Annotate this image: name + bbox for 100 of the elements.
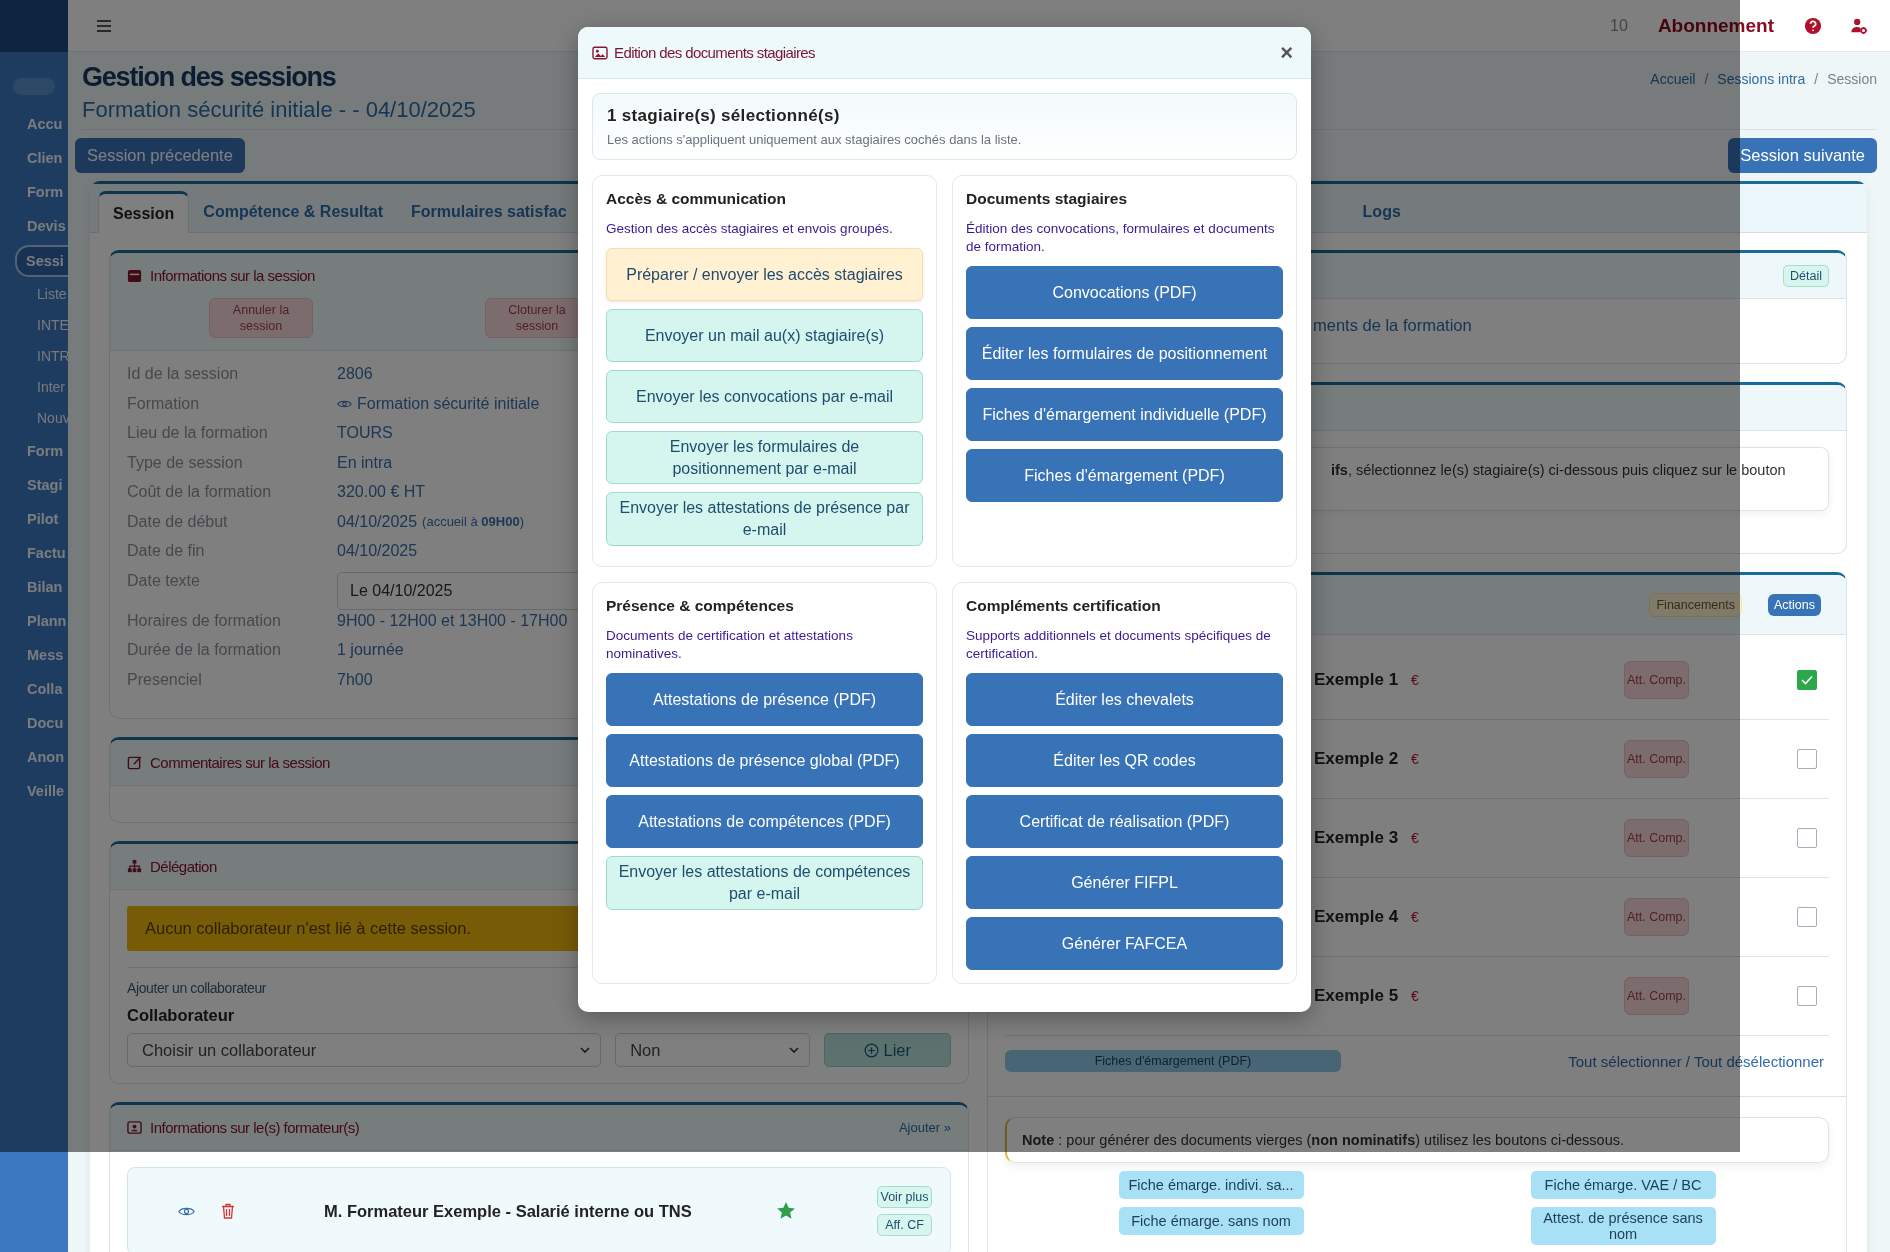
document-action-button[interactable]: Éditer les formulaires de positionnement (966, 327, 1283, 381)
competence-button[interactable]: Att. Comp. (1624, 661, 1689, 699)
card-title: Informations sur le(s) formateur(s) (150, 1119, 360, 1136)
document-action-button[interactable]: Attestations de présence global (PDF) (606, 734, 923, 788)
breadcrumb-item: Session (1827, 71, 1877, 87)
tab[interactable]: Logs (1348, 192, 1415, 232)
competence-button[interactable]: Att. Comp. (1624, 898, 1689, 936)
field-value: En intra (337, 453, 393, 472)
document-action-button[interactable]: Attestations de compétences (PDF) (606, 795, 923, 849)
competence-button[interactable]: Att. Comp. (1624, 740, 1689, 778)
sidebar-item[interactable]: Colla (0, 672, 68, 706)
sidebar-subitem[interactable]: Liste (0, 279, 68, 310)
document-action-button[interactable]: Éditer les QR codes (966, 734, 1283, 788)
collaborator-select[interactable]: Choisir un collaborateur (127, 1033, 602, 1067)
competence-button[interactable]: Att. Comp. (1624, 977, 1689, 1015)
header-badge[interactable]: Financements (1649, 592, 1742, 617)
document-action-button[interactable]: Générer FIFPL (966, 856, 1283, 910)
document-action-button[interactable]: Envoyer les formulaires de positionnement par e-mail (606, 431, 923, 485)
blank-document-button[interactable]: Fiche émarge. VAE / BC (1530, 1171, 1716, 1199)
document-action-button[interactable]: Éditer les chevalets (966, 673, 1283, 727)
field-value: 7h00 (337, 670, 373, 689)
document-action-button[interactable]: Envoyer un mail au(x) stagiaire(s) (606, 309, 923, 363)
document-action-button[interactable]: Envoyer les convocations par e-mail (606, 370, 923, 424)
card-title: Informations sur la session (150, 267, 315, 284)
sidebar-item[interactable]: Veille (0, 774, 68, 808)
sidebar-item[interactable]: Devis (0, 209, 68, 243)
star-icon[interactable] (775, 1201, 796, 1221)
competence-button[interactable]: Att. Comp. (1624, 819, 1689, 857)
trainee-checkbox[interactable] (1797, 907, 1817, 927)
sidebar-item[interactable]: Anon (0, 740, 68, 774)
help-icon[interactable] (1804, 16, 1822, 35)
sidebar-item[interactable]: Accu (0, 107, 68, 141)
menu-icon[interactable] (96, 18, 112, 33)
trash-icon[interactable] (221, 1203, 235, 1219)
trainee-checkbox[interactable] (1797, 828, 1817, 848)
sidebar-subitem[interactable]: Nouv (0, 403, 68, 434)
link-button[interactable]: Lier (824, 1033, 951, 1067)
tab[interactable]: Formulaires satisfac (396, 192, 581, 232)
document-action-button[interactable]: Envoyer les attestations de compétences par e-mail (606, 856, 923, 910)
sidebar-item[interactable]: Stagi (0, 468, 68, 502)
sidebar-subitem[interactable]: INTR (0, 341, 68, 372)
field-label: Type de session (127, 453, 244, 472)
sidebar-subitem[interactable]: INTE (0, 310, 68, 341)
select-all-link[interactable]: Tout sélectionner / Tout désélectionner (1568, 1052, 1824, 1070)
card-title: Délégation (150, 858, 217, 875)
euro-sign: € (1411, 909, 1419, 925)
sidebar-subitem[interactable]: Inter (0, 372, 68, 403)
tab[interactable]: Compétence & Resultat (189, 192, 397, 232)
close-button[interactable]: × (1276, 39, 1297, 66)
header-badge[interactable]: Actions (1768, 593, 1821, 616)
sidebar-item[interactable]: Pilot (0, 502, 68, 536)
next-session-button[interactable]: Session suivante (1728, 138, 1877, 173)
field-label: Lieu de la formation (127, 424, 269, 442)
document-action-button[interactable]: Convocations (PDF) (966, 266, 1283, 320)
sidebar-item[interactable]: Factu (0, 536, 68, 570)
document-action-button[interactable]: Fiches d'émargement individuelle (PDF) (966, 388, 1283, 442)
edit-icon (127, 755, 142, 770)
sidebar-item[interactable]: Sessi (15, 245, 68, 277)
formation-link[interactable]: Formation sécurité initiale (357, 394, 540, 413)
sidebar-item[interactable]: Docu (0, 706, 68, 740)
notification-count: 10 (1610, 16, 1628, 35)
breadcrumb-item[interactable]: Accueil (1650, 71, 1696, 87)
document-action-button[interactable]: Fiches d'émargement (PDF) (966, 449, 1283, 503)
trainee-checkbox[interactable] (1797, 986, 1817, 1006)
euro-sign: € (1411, 830, 1419, 846)
session-action-button[interactable]: Annuler la session (209, 298, 313, 338)
document-action-button[interactable]: Envoyer les attestations de présence par e-mail (606, 492, 923, 546)
trainer-button[interactable]: Aff. CF (877, 1214, 932, 1236)
option-select[interactable]: Non (615, 1033, 811, 1067)
document-action-button[interactable]: Préparer / envoyer les accès stagiaires (606, 248, 923, 302)
blank-document-button[interactable]: Fiche émarge. indivi. sa... (1118, 1171, 1304, 1199)
eye-icon[interactable] (178, 1205, 195, 1217)
field-label: Collaborateur (127, 1006, 236, 1025)
trainee-checkbox[interactable] (1797, 749, 1817, 769)
add-link[interactable]: Ajouter » (898, 1120, 951, 1135)
trainee-name: Exemple 3 (1314, 828, 1399, 848)
document-action-button[interactable]: Générer FAFCEA (966, 917, 1283, 971)
user-settings-icon[interactable] (1850, 16, 1868, 35)
detail-button[interactable]: Détail (1783, 264, 1829, 287)
trainer-button[interactable]: Voir plus (877, 1186, 932, 1208)
sidebar-item[interactable]: Form (0, 175, 68, 209)
field-value: TOURS (337, 424, 393, 442)
blank-document-button[interactable]: Attest. de présence sans nom (1530, 1207, 1716, 1245)
sidebar-item[interactable]: Bilan (0, 570, 68, 604)
blank-document-button[interactable]: Fiche émarge. sans nom (1118, 1207, 1304, 1235)
document-action-button[interactable]: Certificat de réalisation (PDF) (966, 795, 1283, 849)
card-title: Commentaires sur la session (150, 754, 330, 771)
document-action-button[interactable]: Attestations de présence (PDF) (606, 673, 923, 727)
tab[interactable]: Session (98, 191, 190, 233)
note-box: Note : pour générer des documents vierges (non nominatifs) utilisez les boutons ci-dessous. (1005, 1117, 1829, 1163)
documents-link[interactable]: ments de la formation (1313, 316, 1472, 334)
trainee-checkbox[interactable] (1797, 670, 1817, 690)
sidebar-item[interactable]: Plann (0, 604, 68, 638)
sidebar-item[interactable]: Clien (0, 141, 68, 175)
previous-session-button[interactable]: Session précedente (75, 138, 245, 173)
sidebar-item[interactable]: Mess (0, 638, 68, 672)
sidebar-item[interactable]: Form (0, 434, 68, 468)
field-label: Durée de la formation (127, 641, 282, 659)
section-title: Accès & communication (606, 190, 788, 208)
attendance-sheet-button[interactable]: Fiches d'émargement (PDF) (1005, 1050, 1341, 1072)
